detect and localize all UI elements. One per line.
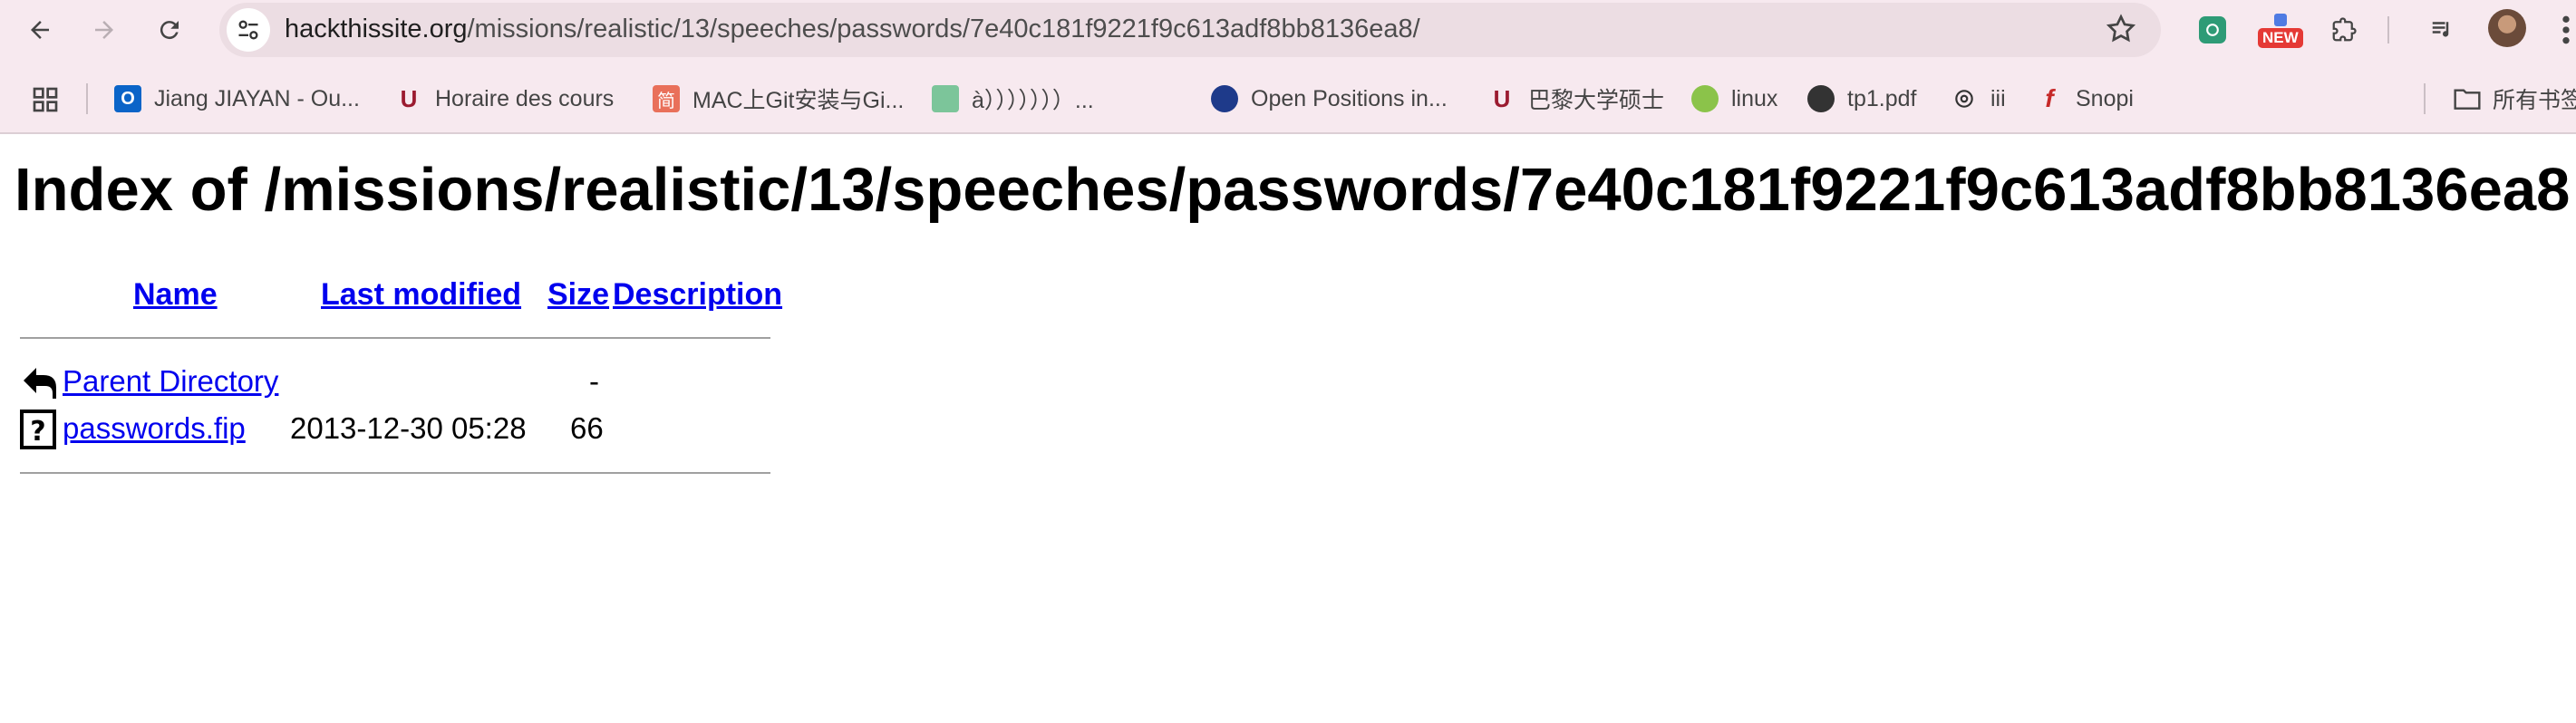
folder-label: 所有书签 <box>2493 88 2576 113</box>
linux-icon <box>1691 85 1719 112</box>
globe-blue-icon <box>1211 85 1238 112</box>
new-badge-extension-icon[interactable]: NEW <box>2258 12 2303 48</box>
bookmark-label: MAC上Git安装与Gi... <box>692 88 905 113</box>
bookmarks-divider <box>86 83 88 114</box>
site-info-button[interactable] <box>227 8 270 52</box>
apps-grid-icon[interactable] <box>31 85 60 114</box>
page-title: Index of /missions/realistic/13/speeches… <box>15 156 2571 224</box>
svg-text:?: ? <box>30 416 45 448</box>
bookmark-item[interactable]: 简 MAC上Git安装与Gi... <box>653 82 904 116</box>
column-header-description[interactable]: Description <box>613 277 782 313</box>
bookmark-item[interactable]: tp1.pdf <box>1807 82 1916 116</box>
column-header-last-modified[interactable]: Last modified <box>321 277 521 313</box>
row-size: - <box>589 364 599 398</box>
file-link[interactable]: passwords.fip <box>63 411 246 446</box>
tune-icon <box>238 20 258 40</box>
more-menu-icon[interactable] <box>2556 12 2576 48</box>
bookmark-item[interactable]: iii <box>1951 82 2006 116</box>
openai-extension-icon[interactable] <box>2194 12 2231 48</box>
row-size: 66 <box>570 411 604 445</box>
outlook-icon: O <box>114 85 141 112</box>
bookmark-label: Horaire des cours <box>435 85 615 111</box>
jianshu-icon: 简 <box>653 85 680 112</box>
bookmark-star-icon[interactable] <box>2105 13 2137 45</box>
globe-icon <box>1807 85 1835 112</box>
forward-arrow-icon <box>95 21 113 39</box>
back-button[interactable] <box>22 12 58 48</box>
bookmark-item[interactable]: linux <box>1691 82 1777 116</box>
bookmark-item[interactable]: à）））））））... <box>932 82 1094 116</box>
bookmarks-bar: O Jiang JIAYAN - Ou... U Horaire des cou… <box>0 63 2576 134</box>
puzzle-extensions-icon[interactable] <box>2326 12 2362 48</box>
header-divider <box>20 337 770 339</box>
openai-icon <box>1951 85 1978 112</box>
row-last-modified: 2013-12-30 05:28 <box>290 411 527 445</box>
reload-button[interactable] <box>151 12 188 48</box>
url-path: /missions/realistic/13/speeches/password… <box>467 14 1420 43</box>
parent-directory-link[interactable]: Parent Directory <box>63 364 278 399</box>
footer-divider <box>20 472 770 474</box>
reload-icon <box>160 21 179 40</box>
browser-toolbar: hackthissite.org/missions/realistic/13/s… <box>0 0 2576 63</box>
bookmark-item[interactable]: Open Positions in... <box>1211 82 1448 116</box>
university-logo-icon: U <box>400 84 418 112</box>
bookmark-label: à）））））））... <box>972 88 1094 113</box>
bookmark-item[interactable]: O Jiang JIAYAN - Ou... <box>114 82 360 116</box>
bookmark-label: tp1.pdf <box>1847 85 1917 111</box>
bookmark-label: linux <box>1731 85 1778 111</box>
url-text[interactable]: hackthissite.org/missions/realistic/13/s… <box>285 13 1420 45</box>
column-header-size[interactable]: Size <box>547 277 609 313</box>
bookmark-item[interactable]: f Snopi <box>2036 82 2134 116</box>
unknown-file-icon: ? <box>20 410 56 449</box>
university-logo-icon: U <box>1493 84 1511 112</box>
back-arrow-icon <box>20 362 56 402</box>
bookmark-label: Jiang JIAYAN - Ou... <box>154 85 360 111</box>
bookmark-item[interactable]: U 巴黎大学硕士 <box>1488 82 1664 116</box>
back-arrow-icon <box>31 21 49 39</box>
bookmark-item[interactable]: U Horaire des cours <box>395 82 615 116</box>
column-header-name[interactable]: Name <box>133 277 218 313</box>
all-bookmarks-folder[interactable]: 所有书签 <box>2453 82 2576 116</box>
media-controls-icon[interactable] <box>2425 12 2461 48</box>
app-icon <box>932 85 959 112</box>
bookmark-label: Open Positions in... <box>1251 85 1448 111</box>
new-badge: NEW <box>2258 28 2303 48</box>
url-host: hackthissite.org <box>285 14 468 43</box>
bookmark-label: Snopi <box>2076 85 2134 111</box>
bookmark-label: 巴黎大学硕士 <box>1528 88 1665 113</box>
bookmarks-divider <box>2424 83 2426 114</box>
forward-button[interactable] <box>86 12 122 48</box>
profile-avatar[interactable] <box>2488 9 2526 47</box>
toolbar-divider <box>2387 16 2389 43</box>
bookmark-label: iii <box>1990 85 2006 111</box>
folder-icon <box>2454 89 2481 110</box>
flash-icon: f <box>2045 84 2054 112</box>
